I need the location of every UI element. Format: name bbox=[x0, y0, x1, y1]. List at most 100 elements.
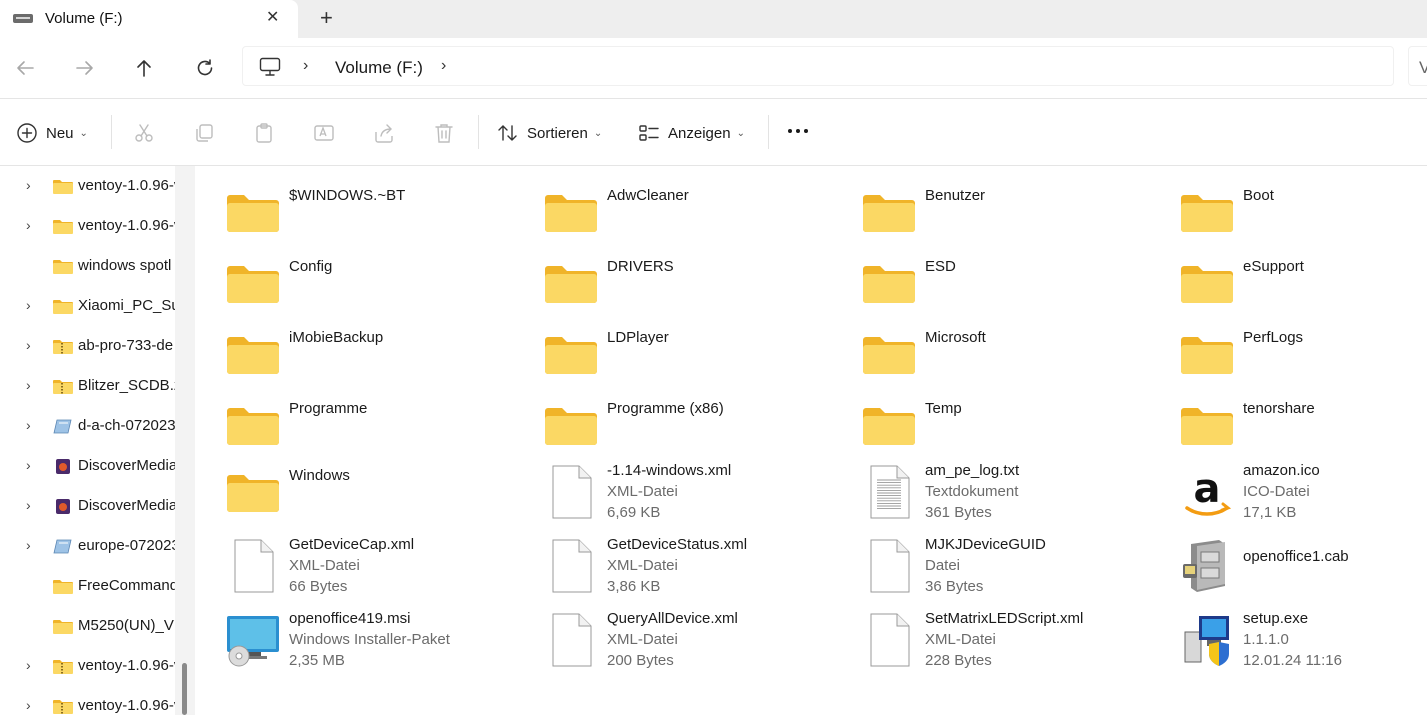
nav-tree-item[interactable]: › ventoy-1.0.96-v bbox=[0, 686, 175, 715]
breadcrumb-volume-f[interactable]: Volume (F:) bbox=[335, 58, 423, 78]
file-item[interactable]: am_pe_log.txt Textdokument 361 Bytes bbox=[831, 462, 1131, 534]
copy-button[interactable] bbox=[193, 121, 215, 145]
folder-item[interactable]: Microsoft bbox=[831, 326, 1131, 396]
chevron-right-icon[interactable]: › bbox=[26, 177, 31, 193]
back-button[interactable] bbox=[13, 56, 37, 80]
nav-tree-item[interactable]: › ab-pro-733-de bbox=[0, 326, 175, 366]
nav-tree-item[interactable]: › ventoy-1.0.96-v bbox=[0, 646, 175, 686]
nav-tree-item[interactable]: M5250(UN)_V1 bbox=[0, 606, 175, 646]
tab-volume-f[interactable]: Volume (F:) ✕ bbox=[0, 0, 298, 38]
file-item[interactable]: openoffice419.msi Windows Installer-Paket… bbox=[195, 610, 495, 682]
address-bar[interactable]: › Volume (F:) › bbox=[242, 46, 1394, 86]
file-item[interactable]: setup.exe 1.1.1.0 12.01.24 11:16 bbox=[1149, 610, 1427, 682]
folder-item[interactable]: tenorshare bbox=[1149, 397, 1427, 467]
nav-tree-label: Xiaomi_PC_Sui bbox=[78, 297, 175, 314]
chevron-right-icon[interactable]: › bbox=[26, 497, 31, 513]
file-item[interactable]: SetMatrixLEDScript.xml XML-Datei 228 Bytes bbox=[831, 610, 1131, 682]
chevron-right-icon[interactable]: › bbox=[26, 377, 31, 393]
chevron-right-icon[interactable]: › bbox=[26, 217, 31, 233]
folder-item[interactable]: Windows bbox=[195, 464, 495, 534]
close-tab-icon[interactable]: ✕ bbox=[266, 8, 279, 28]
folder-icon bbox=[543, 326, 599, 382]
file-icon bbox=[543, 538, 599, 594]
nav-scrollbar[interactable] bbox=[175, 166, 195, 715]
breadcrumb-separator[interactable]: › bbox=[441, 57, 446, 75]
chevron-right-icon[interactable]: › bbox=[26, 337, 31, 353]
chevron-right-icon[interactable]: › bbox=[26, 417, 31, 433]
refresh-button[interactable] bbox=[193, 56, 217, 80]
file-item[interactable]: GetDeviceStatus.xml XML-Datei 3,86 KB bbox=[513, 536, 813, 608]
folder-item[interactable]: eSupport bbox=[1149, 255, 1427, 325]
sort-button[interactable]: Sortieren ⌄ bbox=[497, 121, 602, 145]
folder-icon bbox=[1179, 184, 1235, 240]
folder-item[interactable]: Boot bbox=[1149, 184, 1427, 254]
folder-item[interactable]: Programme (x86) bbox=[513, 397, 813, 467]
item-type: Datei bbox=[925, 557, 961, 574]
file-item[interactable]: -1.14-windows.xml XML-Datei 6,69 KB bbox=[513, 462, 813, 534]
view-button[interactable]: Anzeigen ⌄ bbox=[638, 121, 745, 145]
item-name: Temp bbox=[925, 400, 962, 417]
folder-item[interactable]: $WINDOWS.~BT bbox=[195, 184, 495, 254]
folder-icon bbox=[1179, 397, 1235, 453]
item-name: Benutzer bbox=[925, 187, 986, 204]
new-tab-button[interactable]: + bbox=[320, 6, 333, 30]
folder-icon bbox=[861, 326, 917, 382]
nav-tree-label: ventoy-1.0.96-v bbox=[78, 657, 175, 674]
file-item[interactable]: MJKJDeviceGUID Datei 36 Bytes bbox=[831, 536, 1131, 608]
breadcrumb-separator[interactable]: › bbox=[303, 57, 308, 75]
forward-button[interactable] bbox=[73, 56, 97, 80]
folder-item[interactable]: ESD bbox=[831, 255, 1131, 325]
chevron-right-icon[interactable]: › bbox=[26, 657, 31, 673]
file-item[interactable]: QueryAllDevice.xml XML-Datei 200 Bytes bbox=[513, 610, 813, 682]
paste-button[interactable] bbox=[253, 121, 275, 145]
nav-tree-label: ventoy-1.0.96-v bbox=[78, 177, 175, 194]
folder-icon bbox=[225, 326, 281, 382]
file-item[interactable]: openoffice1.cab bbox=[1149, 538, 1427, 608]
folder-item[interactable]: Temp bbox=[831, 397, 1131, 467]
scrollbar-thumb[interactable] bbox=[182, 663, 187, 715]
file-item[interactable]: a amazon.ico ICO-Datei 17,1 KB bbox=[1149, 462, 1427, 534]
nav-tree-item[interactable]: › Blitzer_SCDB.z bbox=[0, 366, 175, 406]
zip-folder-icon bbox=[53, 659, 73, 674]
rename-icon bbox=[314, 125, 334, 141]
nav-tree-item[interactable]: › DiscoverMedia bbox=[0, 446, 175, 486]
file-item[interactable]: GetDeviceCap.xml XML-Datei 66 Bytes bbox=[195, 536, 495, 608]
nav-tree-item[interactable]: › d-a-ch-072023 bbox=[0, 406, 175, 446]
item-type: ICO-Datei bbox=[1243, 483, 1310, 500]
nav-tree-item[interactable]: › Xiaomi_PC_Sui bbox=[0, 286, 175, 326]
item-size: 200 Bytes bbox=[607, 652, 674, 669]
chevron-right-icon[interactable]: › bbox=[26, 297, 31, 313]
nav-tree-item[interactable]: windows spotl bbox=[0, 246, 175, 286]
rename-button[interactable] bbox=[313, 121, 335, 145]
nav-tree-item[interactable]: FreeCommand bbox=[0, 566, 175, 606]
more-options-button[interactable] bbox=[788, 129, 808, 133]
item-type: XML-Datei bbox=[925, 631, 996, 648]
share-button[interactable] bbox=[373, 121, 395, 145]
delete-button[interactable] bbox=[433, 121, 455, 145]
folder-item[interactable]: LDPlayer bbox=[513, 326, 813, 396]
folder-item[interactable]: AdwCleaner bbox=[513, 184, 813, 254]
chevron-right-icon[interactable]: › bbox=[26, 697, 31, 713]
nav-tree-item[interactable]: › europe-072023 bbox=[0, 526, 175, 566]
nav-tree-item[interactable]: › ventoy-1.0.96-v bbox=[0, 206, 175, 246]
folder-icon bbox=[225, 464, 281, 520]
file-explorer-window: Volume (F:) ✕ + › Volume (F:) › V Neu ⌄ … bbox=[0, 0, 1427, 715]
up-button[interactable] bbox=[132, 56, 156, 80]
nav-tree-item[interactable]: › ventoy-1.0.96-v bbox=[0, 166, 175, 206]
folder-item[interactable]: DRIVERS bbox=[513, 255, 813, 325]
folder-item[interactable]: Programme bbox=[195, 397, 495, 467]
folder-item[interactable]: PerfLogs bbox=[1149, 326, 1427, 396]
folder-item[interactable]: Benutzer bbox=[831, 184, 1131, 254]
zip-folder-icon bbox=[53, 339, 73, 354]
chevron-right-icon[interactable]: › bbox=[26, 537, 31, 553]
cut-button[interactable] bbox=[133, 121, 155, 145]
folder-item[interactable]: iMobieBackup bbox=[195, 326, 495, 396]
text-file-icon bbox=[861, 464, 917, 520]
folder-item[interactable]: Config bbox=[195, 255, 495, 325]
new-button[interactable]: Neu ⌄ bbox=[16, 121, 88, 145]
item-size: 17,1 KB bbox=[1243, 504, 1297, 521]
chevron-right-icon[interactable]: › bbox=[26, 457, 31, 473]
nav-tree-item[interactable]: › DiscoverMedia bbox=[0, 486, 175, 526]
item-name: tenorshare bbox=[1243, 400, 1315, 417]
search-box[interactable]: V bbox=[1408, 46, 1427, 86]
